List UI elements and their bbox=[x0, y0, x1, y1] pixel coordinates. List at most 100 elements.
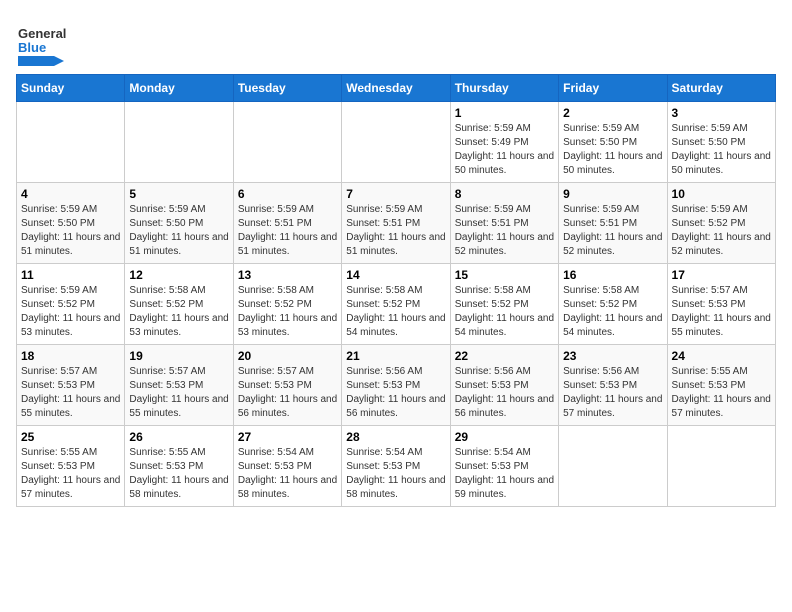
day-number: 21 bbox=[346, 349, 445, 363]
day-number: 7 bbox=[346, 187, 445, 201]
calendar-cell: 14 Sunrise: 5:58 AMSunset: 5:52 PMDayligh… bbox=[342, 264, 450, 345]
day-info: Sunrise: 5:59 AMSunset: 5:50 PMDaylight:… bbox=[563, 122, 662, 178]
calendar-cell: 19Sunrise: 5:57 AMSunset: 5:53 PMDayligh… bbox=[125, 345, 233, 426]
day-info: Sunrise: 5:59 AMSunset: 5:51 PMDaylight:… bbox=[238, 203, 337, 259]
day-info: Sunrise: 5:59 AMSunset: 5:51 PMDaylight:… bbox=[346, 203, 445, 259]
day-info: Sunrise: 5:58 AMSunset: 5:52 PMDaylight:… bbox=[346, 284, 445, 340]
day-info: Sunrise: 5:55 AMSunset: 5:53 PMDaylight:… bbox=[21, 446, 120, 502]
calendar-cell: 11 Sunrise: 5:59 AMSunset: 5:52 PMDayligh… bbox=[17, 264, 125, 345]
calendar-cell: 4 Sunrise: 5:59 AMSunset: 5:50 PMDaylight… bbox=[17, 183, 125, 264]
day-info: Sunrise: 5:59 AMSunset: 5:50 PMDaylight:… bbox=[21, 203, 120, 259]
header-wednesday: Wednesday bbox=[342, 75, 450, 102]
day-number: 18 bbox=[21, 349, 120, 363]
day-info: Sunrise: 5:58 AMSunset: 5:52 PMDaylight:… bbox=[129, 284, 228, 340]
day-info: Sunrise: 5:54 AMSunset: 5:53 PMDaylight:… bbox=[238, 446, 337, 502]
calendar-cell: 2 Sunrise: 5:59 AMSunset: 5:50 PMDaylight… bbox=[559, 102, 667, 183]
calendar-cell: 5 Sunrise: 5:59 AMSunset: 5:50 PMDaylight… bbox=[125, 183, 233, 264]
day-number: 28 bbox=[346, 430, 445, 444]
calendar-cell: 10Sunrise: 5:59 AMSunset: 5:52 PMDayligh… bbox=[667, 183, 775, 264]
day-number: 11 bbox=[21, 268, 120, 282]
calendar-cell: 21 Sunrise: 5:56 AMSunset: 5:53 PMDayligh… bbox=[342, 345, 450, 426]
day-number: 16 bbox=[563, 268, 662, 282]
day-info: Sunrise: 5:57 AMSunset: 5:53 PMDaylight:… bbox=[672, 284, 771, 340]
calendar-cell: 28Sunrise: 5:54 AMSunset: 5:53 PMDayligh… bbox=[342, 426, 450, 507]
header-monday: Monday bbox=[125, 75, 233, 102]
day-info: Sunrise: 5:58 AMSunset: 5:52 PMDaylight:… bbox=[563, 284, 662, 340]
calendar-cell: 9 Sunrise: 5:59 AMSunset: 5:51 PMDaylight… bbox=[559, 183, 667, 264]
calendar-body: 1Sunrise: 5:59 AMSunset: 5:49 PMDaylight… bbox=[17, 102, 776, 507]
day-info: Sunrise: 5:56 AMSunset: 5:53 PMDaylight:… bbox=[346, 365, 445, 421]
calendar-header: SundayMondayTuesdayWednesdayThursdayFrid… bbox=[17, 75, 776, 102]
logo-icon: General Blue bbox=[16, 16, 66, 66]
calendar-cell: 12 Sunrise: 5:58 AMSunset: 5:52 PMDayligh… bbox=[125, 264, 233, 345]
day-number: 5 bbox=[129, 187, 228, 201]
day-number: 25 bbox=[21, 430, 120, 444]
day-number: 24 bbox=[672, 349, 771, 363]
header-friday: Friday bbox=[559, 75, 667, 102]
calendar-cell bbox=[559, 426, 667, 507]
day-info: Sunrise: 5:55 AMSunset: 5:53 PMDaylight:… bbox=[672, 365, 771, 421]
day-info: Sunrise: 5:54 AMSunset: 5:53 PMDaylight:… bbox=[455, 446, 554, 502]
day-number: 26 bbox=[129, 430, 228, 444]
day-info: Sunrise: 5:58 AMSunset: 5:52 PMDaylight:… bbox=[455, 284, 554, 340]
calendar-cell: 20Sunrise: 5:57 AMSunset: 5:53 PMDayligh… bbox=[233, 345, 341, 426]
calendar-cell: 6Sunrise: 5:59 AMSunset: 5:51 PMDaylight… bbox=[233, 183, 341, 264]
day-number: 2 bbox=[563, 106, 662, 120]
day-info: Sunrise: 5:55 AMSunset: 5:53 PMDaylight:… bbox=[129, 446, 228, 502]
day-info: Sunrise: 5:58 AMSunset: 5:52 PMDaylight:… bbox=[238, 284, 337, 340]
svg-text:Blue: Blue bbox=[18, 40, 46, 55]
day-number: 13 bbox=[238, 268, 337, 282]
calendar-cell: 23Sunrise: 5:56 AMSunset: 5:53 PMDayligh… bbox=[559, 345, 667, 426]
calendar-cell bbox=[125, 102, 233, 183]
calendar-cell bbox=[342, 102, 450, 183]
day-number: 9 bbox=[563, 187, 662, 201]
week-row-4: 18 Sunrise: 5:57 AMSunset: 5:53 PMDayligh… bbox=[17, 345, 776, 426]
day-info: Sunrise: 5:59 AMSunset: 5:51 PMDaylight:… bbox=[455, 203, 554, 259]
day-info: Sunrise: 5:57 AMSunset: 5:53 PMDaylight:… bbox=[129, 365, 228, 421]
calendar-cell: 1Sunrise: 5:59 AMSunset: 5:49 PMDaylight… bbox=[450, 102, 558, 183]
header-row: SundayMondayTuesdayWednesdayThursdayFrid… bbox=[17, 75, 776, 102]
calendar-cell: 16 Sunrise: 5:58 AMSunset: 5:52 PMDayligh… bbox=[559, 264, 667, 345]
header-sunday: Sunday bbox=[17, 75, 125, 102]
week-row-5: 25 Sunrise: 5:55 AMSunset: 5:53 PMDayligh… bbox=[17, 426, 776, 507]
header-thursday: Thursday bbox=[450, 75, 558, 102]
day-number: 14 bbox=[346, 268, 445, 282]
calendar-cell: 29 Sunrise: 5:54 AMSunset: 5:53 PMDayligh… bbox=[450, 426, 558, 507]
calendar-cell: 3Sunrise: 5:59 AMSunset: 5:50 PMDaylight… bbox=[667, 102, 775, 183]
day-info: Sunrise: 5:59 AMSunset: 5:50 PMDaylight:… bbox=[672, 122, 771, 178]
day-number: 15 bbox=[455, 268, 554, 282]
calendar-cell: 8 Sunrise: 5:59 AMSunset: 5:51 PMDaylight… bbox=[450, 183, 558, 264]
week-row-3: 11 Sunrise: 5:59 AMSunset: 5:52 PMDayligh… bbox=[17, 264, 776, 345]
calendar-table: SundayMondayTuesdayWednesdayThursdayFrid… bbox=[16, 74, 776, 507]
calendar-cell: 18 Sunrise: 5:57 AMSunset: 5:53 PMDayligh… bbox=[17, 345, 125, 426]
calendar-cell: 25 Sunrise: 5:55 AMSunset: 5:53 PMDayligh… bbox=[17, 426, 125, 507]
day-number: 29 bbox=[455, 430, 554, 444]
calendar-cell: 17 Sunrise: 5:57 AMSunset: 5:53 PMDayligh… bbox=[667, 264, 775, 345]
day-info: Sunrise: 5:59 AMSunset: 5:50 PMDaylight:… bbox=[129, 203, 228, 259]
day-number: 4 bbox=[21, 187, 120, 201]
week-row-1: 1Sunrise: 5:59 AMSunset: 5:49 PMDaylight… bbox=[17, 102, 776, 183]
header-tuesday: Tuesday bbox=[233, 75, 341, 102]
day-number: 22 bbox=[455, 349, 554, 363]
calendar-cell: 22 Sunrise: 5:56 AMSunset: 5:53 PMDayligh… bbox=[450, 345, 558, 426]
day-number: 17 bbox=[672, 268, 771, 282]
day-number: 12 bbox=[129, 268, 228, 282]
day-number: 20 bbox=[238, 349, 337, 363]
calendar-cell bbox=[233, 102, 341, 183]
day-number: 8 bbox=[455, 187, 554, 201]
day-info: Sunrise: 5:59 AMSunset: 5:52 PMDaylight:… bbox=[21, 284, 120, 340]
page-header: General Blue bbox=[16, 16, 776, 66]
day-number: 23 bbox=[563, 349, 662, 363]
calendar-cell: 27Sunrise: 5:54 AMSunset: 5:53 PMDayligh… bbox=[233, 426, 341, 507]
header-saturday: Saturday bbox=[667, 75, 775, 102]
day-info: Sunrise: 5:59 AMSunset: 5:49 PMDaylight:… bbox=[455, 122, 554, 178]
calendar-cell: 26 Sunrise: 5:55 AMSunset: 5:53 PMDayligh… bbox=[125, 426, 233, 507]
day-number: 10 bbox=[672, 187, 771, 201]
logo: General Blue bbox=[16, 16, 66, 66]
day-info: Sunrise: 5:59 AMSunset: 5:51 PMDaylight:… bbox=[563, 203, 662, 259]
day-info: Sunrise: 5:57 AMSunset: 5:53 PMDaylight:… bbox=[21, 365, 120, 421]
calendar-cell bbox=[667, 426, 775, 507]
day-info: Sunrise: 5:56 AMSunset: 5:53 PMDaylight:… bbox=[455, 365, 554, 421]
calendar-cell bbox=[17, 102, 125, 183]
calendar-cell: 7 Sunrise: 5:59 AMSunset: 5:51 PMDaylight… bbox=[342, 183, 450, 264]
